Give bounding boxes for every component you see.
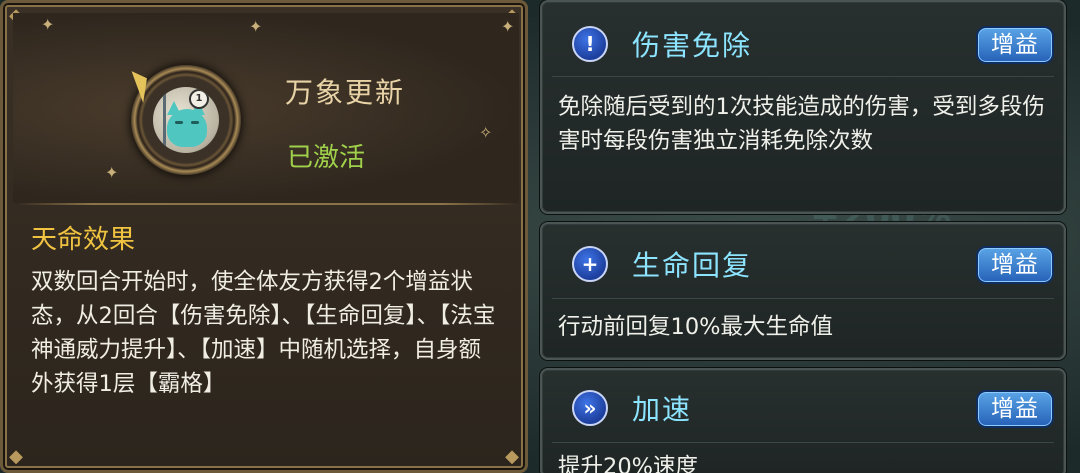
buff-card-header: » 加速 增益 — [542, 370, 1064, 442]
destiny-title: 万象更新 — [285, 76, 406, 109]
speed-boot-icon: » — [572, 390, 608, 426]
buff-type-tag: 增益 — [976, 26, 1054, 64]
activation-status: 已激活 — [287, 143, 366, 173]
buff-description: 提升20%速度 — [558, 454, 699, 473]
buff-description: 免除随后受到的1次技能造成的伤害，受到多段伤害时每段伤害独立消耗免除次数 — [558, 94, 1045, 154]
section-title: 天命效果 — [31, 225, 136, 255]
cat-icon — [167, 109, 207, 147]
buff-card-life-regen[interactable]: + 生命回复 增益 行动前回复10%最大生命值 — [540, 222, 1066, 360]
cat-warrior-portrait: 1 — [153, 87, 219, 153]
card-divider — [552, 442, 1054, 443]
buff-name: 生命回复 — [632, 249, 753, 282]
plus-icon: + — [572, 246, 608, 282]
spear-icon — [163, 91, 166, 147]
destiny-panel: ◆ ◆ ◆ ◆ ✦ ✦ ✦ ✦ ✧ 1 万象更新 — [0, 0, 528, 473]
buff-type-tag: 增益 — [976, 390, 1054, 428]
buff-card-header: + 生命回复 增益 — [542, 224, 1064, 296]
buff-description: 行动前回复10%最大生命值 — [558, 314, 834, 340]
section-divider — [17, 203, 517, 205]
sparkle-icon: ✧ — [479, 123, 493, 142]
shield-exclaim-icon: ! — [572, 26, 608, 62]
sparkle-icon: ✦ — [501, 17, 515, 36]
sparkle-icon: ✦ — [105, 163, 119, 182]
corner-ornament-icon: ◆ — [9, 446, 23, 467]
destiny-header: ✦ ✦ ✦ ✦ ✧ 1 万象更新 已激活 — [13, 13, 519, 203]
game-screen: +200% ◆ ◆ ◆ ◆ ✦ ✦ ✦ ✦ ✧ 1 — [0, 0, 1080, 473]
buff-card-haste[interactable]: » 加速 增益 提升20%速度 — [540, 368, 1066, 473]
destiny-effect-description: 双数回合开始时，使全体友方获得2个增益状态，从2回合【伤害免除】、【生命回复】、… — [31, 269, 496, 397]
buff-name: 加速 — [632, 393, 693, 426]
sparkle-icon: ✦ — [249, 17, 263, 36]
buff-type-tag: 增益 — [976, 246, 1054, 284]
corner-ornament-icon: ◆ — [505, 446, 519, 467]
card-divider — [552, 76, 1054, 77]
buff-card-header: ! 伤害免除 增益 — [542, 2, 1064, 74]
buff-name: 伤害免除 — [632, 29, 753, 62]
sparkle-icon: ✦ — [41, 15, 55, 34]
card-divider — [552, 298, 1054, 299]
level-badge-icon: 1 — [189, 89, 209, 109]
buff-card-damage-immunity[interactable]: ! 伤害免除 增益 免除随后受到的1次技能造成的伤害，受到多段伤害时每段伤害独立… — [540, 0, 1066, 214]
